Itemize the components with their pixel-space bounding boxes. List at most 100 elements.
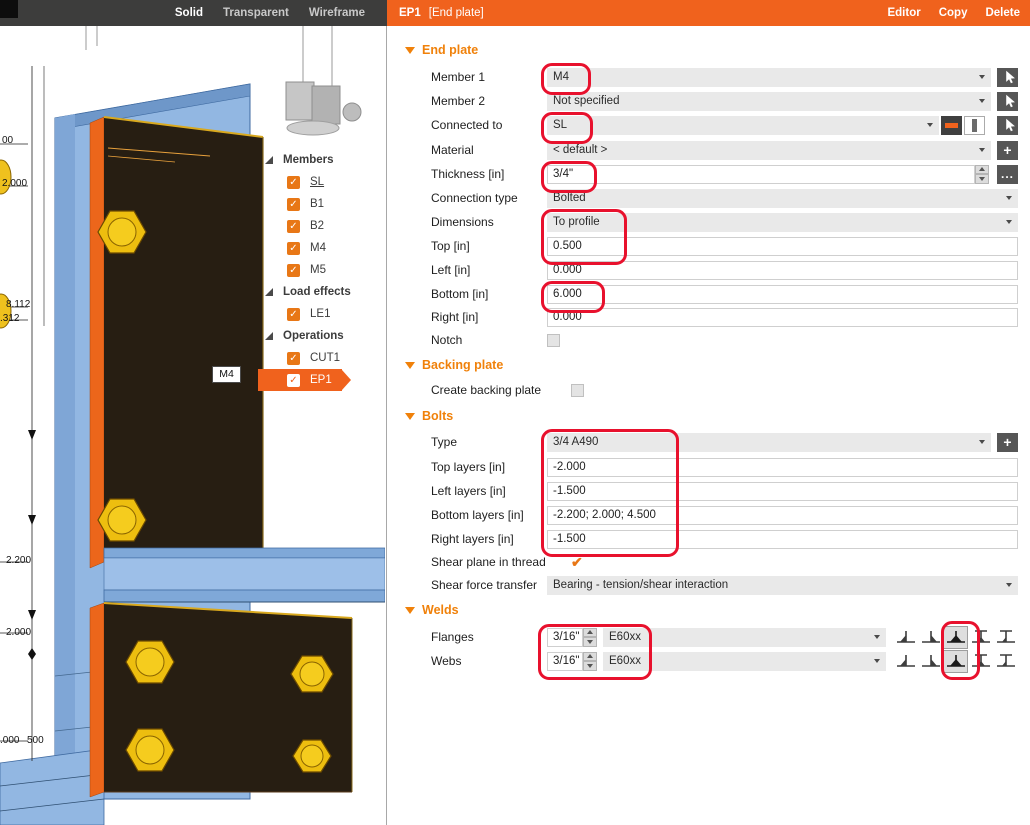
section-bolts[interactable]: Bolts <box>405 406 453 426</box>
connected-to-pick-button[interactable] <box>997 116 1018 135</box>
notch-checkbox[interactable] <box>547 334 560 347</box>
connection-type-select[interactable]: Bolted <box>547 189 1018 208</box>
section-collapse-icon[interactable] <box>405 607 415 614</box>
dimension-label: .000 <box>0 735 19 746</box>
field-label: Type <box>431 435 547 449</box>
select-value: < default > <box>553 144 607 156</box>
create-backing-plate-checkbox[interactable] <box>571 384 584 397</box>
field-label: Right layers [in] <box>431 532 547 546</box>
orientation-horizontal-button[interactable] <box>941 116 962 135</box>
weld-ibeam-single-button[interactable] <box>994 627 1017 648</box>
row-connected-to: Connected to SL <box>431 113 1018 137</box>
weld-fillet-right-button[interactable] <box>919 651 942 672</box>
view-mode-wireframe[interactable]: Wireframe <box>309 7 365 19</box>
checkbox-checked-icon[interactable]: ✓ <box>287 264 300 277</box>
stepper-down-button[interactable] <box>583 637 597 647</box>
top-layers-input[interactable] <box>547 458 1018 477</box>
section-collapse-icon[interactable] <box>405 413 415 420</box>
tree-item-ep1-selected[interactable]: ✓ EP1 <box>258 369 342 391</box>
right-input[interactable] <box>547 308 1018 327</box>
tree-group-members[interactable]: Members <box>258 149 385 171</box>
stepper-up-button[interactable] <box>583 628 597 638</box>
tree-item-m5[interactable]: ✓ M5 <box>258 259 385 281</box>
checkbox-checked-icon[interactable]: ✓ <box>287 220 300 233</box>
section-welds[interactable]: Welds <box>405 600 459 620</box>
delete-button[interactable]: Delete <box>985 7 1020 19</box>
add-bolt-type-button[interactable]: + <box>997 433 1018 452</box>
editor-button[interactable]: Editor <box>887 7 920 19</box>
web-weld-size-input[interactable] <box>547 652 583 671</box>
flange-electrode-select[interactable]: E60xx <box>603 628 886 647</box>
tree-item-label: B1 <box>310 198 324 210</box>
viewport-toolbar: Solid Transparent Wireframe <box>0 0 387 26</box>
flange-weld-size-input[interactable] <box>547 628 583 647</box>
row-create-backing-plate: Create backing plate <box>431 378 1018 402</box>
left-input[interactable] <box>547 261 1018 280</box>
tree-item-sl[interactable]: ✓ SL <box>258 171 385 193</box>
vertical-plate-icon <box>972 119 977 132</box>
weld-double-fillet-button-selected[interactable] <box>944 627 967 648</box>
view-mode-solid[interactable]: Solid <box>175 7 203 19</box>
weld-ibeam-single-button[interactable] <box>994 651 1017 672</box>
member-2-select[interactable]: Not specified <box>547 92 991 111</box>
stepper-up-button[interactable] <box>975 165 989 175</box>
web-weld-stepper[interactable] <box>583 652 597 671</box>
tree-item-cut1[interactable]: ✓ CUT1 <box>258 347 385 369</box>
left-layers-input[interactable] <box>547 482 1018 501</box>
member-1-pick-button[interactable] <box>997 68 1018 87</box>
tree-item-le1[interactable]: ✓ LE1 <box>258 303 385 325</box>
field-label: Notch <box>431 333 547 347</box>
bottom-layers-input[interactable] <box>547 506 1018 525</box>
bottom-input[interactable] <box>547 285 1018 304</box>
shear-force-transfer-select[interactable]: Bearing - tension/shear interaction <box>547 576 1018 595</box>
thickness-more-button[interactable]: ... <box>997 165 1018 184</box>
orientation-vertical-button[interactable] <box>964 116 985 135</box>
tree-group-operations[interactable]: Operations <box>258 325 385 347</box>
stepper-down-button[interactable] <box>583 661 597 671</box>
section-collapse-icon[interactable] <box>405 362 415 369</box>
checkbox-checked-icon[interactable]: ✓ <box>287 374 300 387</box>
tree-group-load-effects[interactable]: Load effects <box>258 281 385 303</box>
checkbox-checked-icon[interactable]: ✓ <box>287 198 300 211</box>
tree-item-b1[interactable]: ✓ B1 <box>258 193 385 215</box>
view-mode-transparent[interactable]: Transparent <box>223 7 289 19</box>
top-input[interactable] <box>547 237 1018 256</box>
thickness-input[interactable] <box>547 165 975 184</box>
checkbox-checked-icon[interactable]: ✓ <box>287 352 300 365</box>
member-2-pick-button[interactable] <box>997 92 1018 111</box>
checkbox-checked-icon[interactable]: ✓ <box>287 242 300 255</box>
weld-ibeam-double-button[interactable] <box>969 651 992 672</box>
weld-ibeam-double-button[interactable] <box>969 627 992 648</box>
weld-fillet-right-button[interactable] <box>919 627 942 648</box>
stepper-down-button[interactable] <box>975 174 989 184</box>
load-arrow-icon <box>28 515 36 525</box>
dimensions-select[interactable]: To profile <box>547 213 1018 232</box>
tree-item-b2[interactable]: ✓ B2 <box>258 215 385 237</box>
copy-button[interactable]: Copy <box>939 7 968 19</box>
viewport-3d[interactable]: 00 2.000 8.112 .312 2.200 2.000 .000 500… <box>0 26 385 825</box>
field-label: Flanges <box>431 630 547 644</box>
weld-fillet-left-button[interactable] <box>894 651 917 672</box>
section-end-plate[interactable]: End plate <box>405 40 478 60</box>
bolt-type-select[interactable]: 3/4 A490 <box>547 433 991 452</box>
thickness-stepper[interactable] <box>975 165 989 184</box>
up-arrow-icon <box>587 654 593 658</box>
stepper-up-button[interactable] <box>583 652 597 662</box>
weld-fillet-left-button[interactable] <box>894 627 917 648</box>
weld-double-fillet-button-selected[interactable] <box>944 651 967 672</box>
tree-item-m4[interactable]: ✓ M4 <box>258 237 385 259</box>
shear-plane-checkbox-checked[interactable]: ✔ <box>571 555 583 569</box>
right-layers-input[interactable] <box>547 530 1018 549</box>
member-1-select[interactable]: M4 <box>547 68 991 87</box>
flange-weld-stepper[interactable] <box>583 628 597 647</box>
checkbox-checked-icon[interactable]: ✓ <box>287 308 300 321</box>
section-backing-plate[interactable]: Backing plate <box>405 355 503 375</box>
add-material-button[interactable]: + <box>997 141 1018 160</box>
connected-to-select[interactable]: SL <box>547 116 939 135</box>
material-select[interactable]: < default > <box>547 141 991 160</box>
checkbox-checked-icon[interactable]: ✓ <box>287 176 300 189</box>
section-collapse-icon[interactable] <box>405 47 415 54</box>
web-electrode-select[interactable]: E60xx <box>603 652 886 671</box>
operation-header-bar: EP1 [End plate] Editor Copy Delete <box>387 0 1030 26</box>
column-flange-edge <box>55 114 75 799</box>
